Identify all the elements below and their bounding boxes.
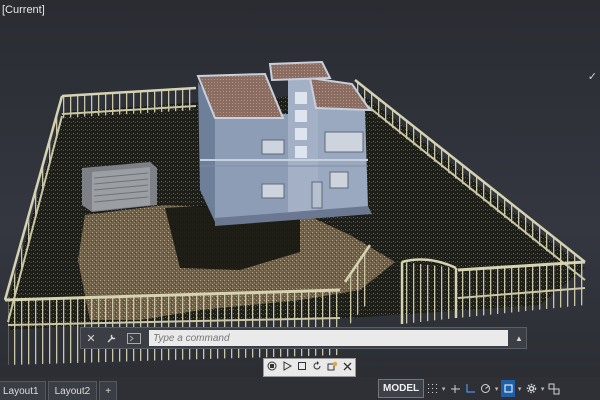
viewport-label[interactable]: [Current]: [2, 4, 45, 16]
command-line: ✕ ▲: [80, 327, 527, 349]
close-icon[interactable]: ✕: [81, 329, 101, 347]
pan-icon[interactable]: [266, 361, 278, 374]
expand-history-icon[interactable]: ▲: [512, 334, 526, 343]
snap-icon[interactable]: [448, 380, 462, 397]
layout-tabs: Layout1 Layout2 +: [0, 377, 372, 400]
rotate-icon[interactable]: [311, 361, 323, 374]
object-snap-icon[interactable]: [501, 380, 516, 397]
grid-icon[interactable]: [425, 380, 439, 397]
polar-tracking-icon[interactable]: [478, 380, 492, 397]
house-3d-model: [3, 60, 586, 365]
navbar-check-icon[interactable]: ✓: [588, 70, 597, 83]
chevron-down-icon[interactable]: ▾: [539, 385, 546, 393]
customize-icon[interactable]: [547, 380, 561, 397]
wrench-icon[interactable]: [101, 329, 121, 347]
chevron-down-icon[interactable]: ▾: [516, 385, 523, 393]
stop-icon[interactable]: [296, 361, 308, 374]
close-icon[interactable]: [341, 362, 353, 374]
ortho-icon[interactable]: [463, 380, 477, 397]
building: [196, 60, 372, 226]
chevron-down-icon[interactable]: ▾: [440, 385, 447, 393]
command-input[interactable]: [149, 330, 508, 346]
garage: [82, 162, 157, 212]
model-viewport[interactable]: [Current] ✓ ✕ ▲: [0, 0, 600, 377]
model-space-button[interactable]: MODEL: [378, 379, 425, 398]
add-layout-button[interactable]: +: [99, 381, 118, 400]
status-bar: MODEL ▾ ▾ ▾ ▾: [372, 377, 600, 400]
animation-toolbar: [263, 358, 356, 377]
prompt-icon[interactable]: [123, 331, 145, 345]
tab-layout2[interactable]: Layout2: [47, 381, 98, 400]
chevron-down-icon[interactable]: ▾: [493, 385, 500, 393]
play-icon[interactable]: [281, 361, 293, 374]
orbit-icon[interactable]: [326, 361, 338, 374]
gear-icon[interactable]: [524, 380, 538, 397]
tab-layout1[interactable]: Layout1: [0, 381, 46, 400]
